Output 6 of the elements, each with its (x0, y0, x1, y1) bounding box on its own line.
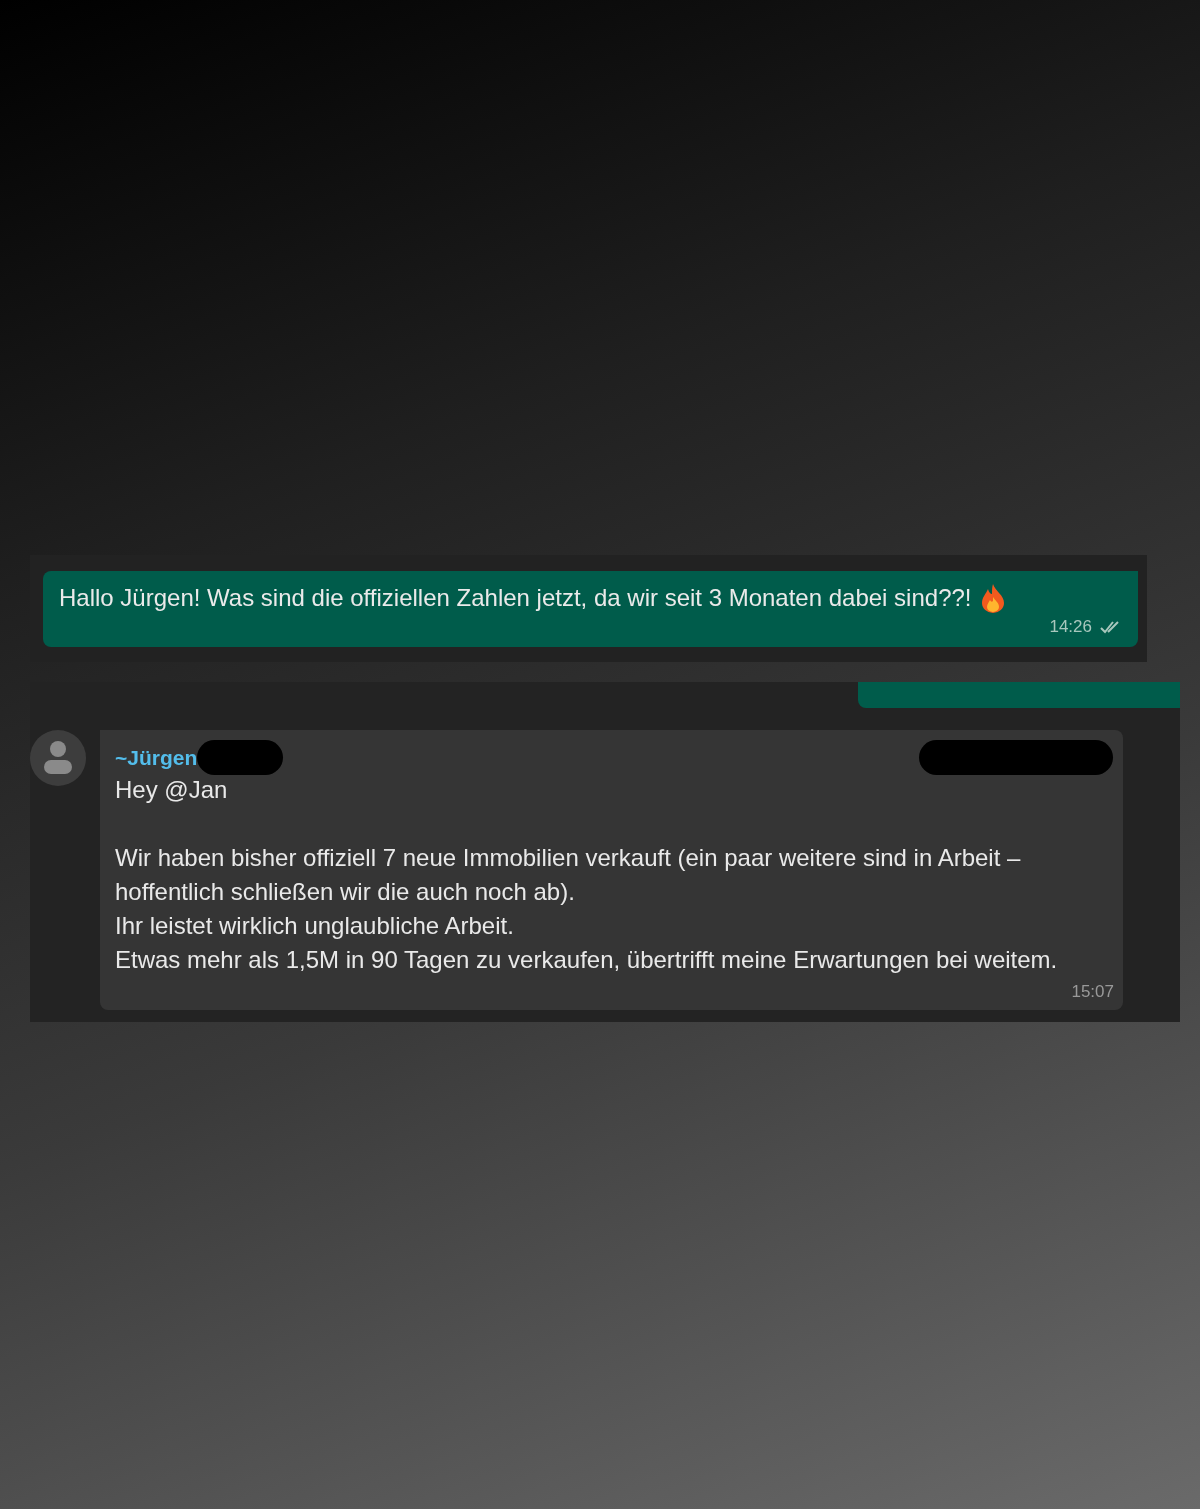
message-text: Hey @Jan Wir haben bisher offiziell 7 neue Immobilien verkauft (ein paar weitere sind in Arbeit – hoffentlich schließen wir die auch noch ab). Ihr leistet wirklich unglaubliche Arbeit. Etwas mehr als 1,5M in 90 Tagen zu verkaufen, übertrifft meine Erwartungen bei weitem. (115, 775, 1059, 975)
sender-name: ~Jürgen (115, 745, 198, 770)
message-time: 15:07 (1071, 982, 1114, 1002)
message-time: 14:26 (1049, 617, 1092, 637)
avatar-icon (30, 730, 86, 786)
message-text: Hallo Jürgen! Was sind die offiziellen Zahlen jetzt, da wir seit 3 Monaten dabei sind??! (59, 584, 972, 612)
